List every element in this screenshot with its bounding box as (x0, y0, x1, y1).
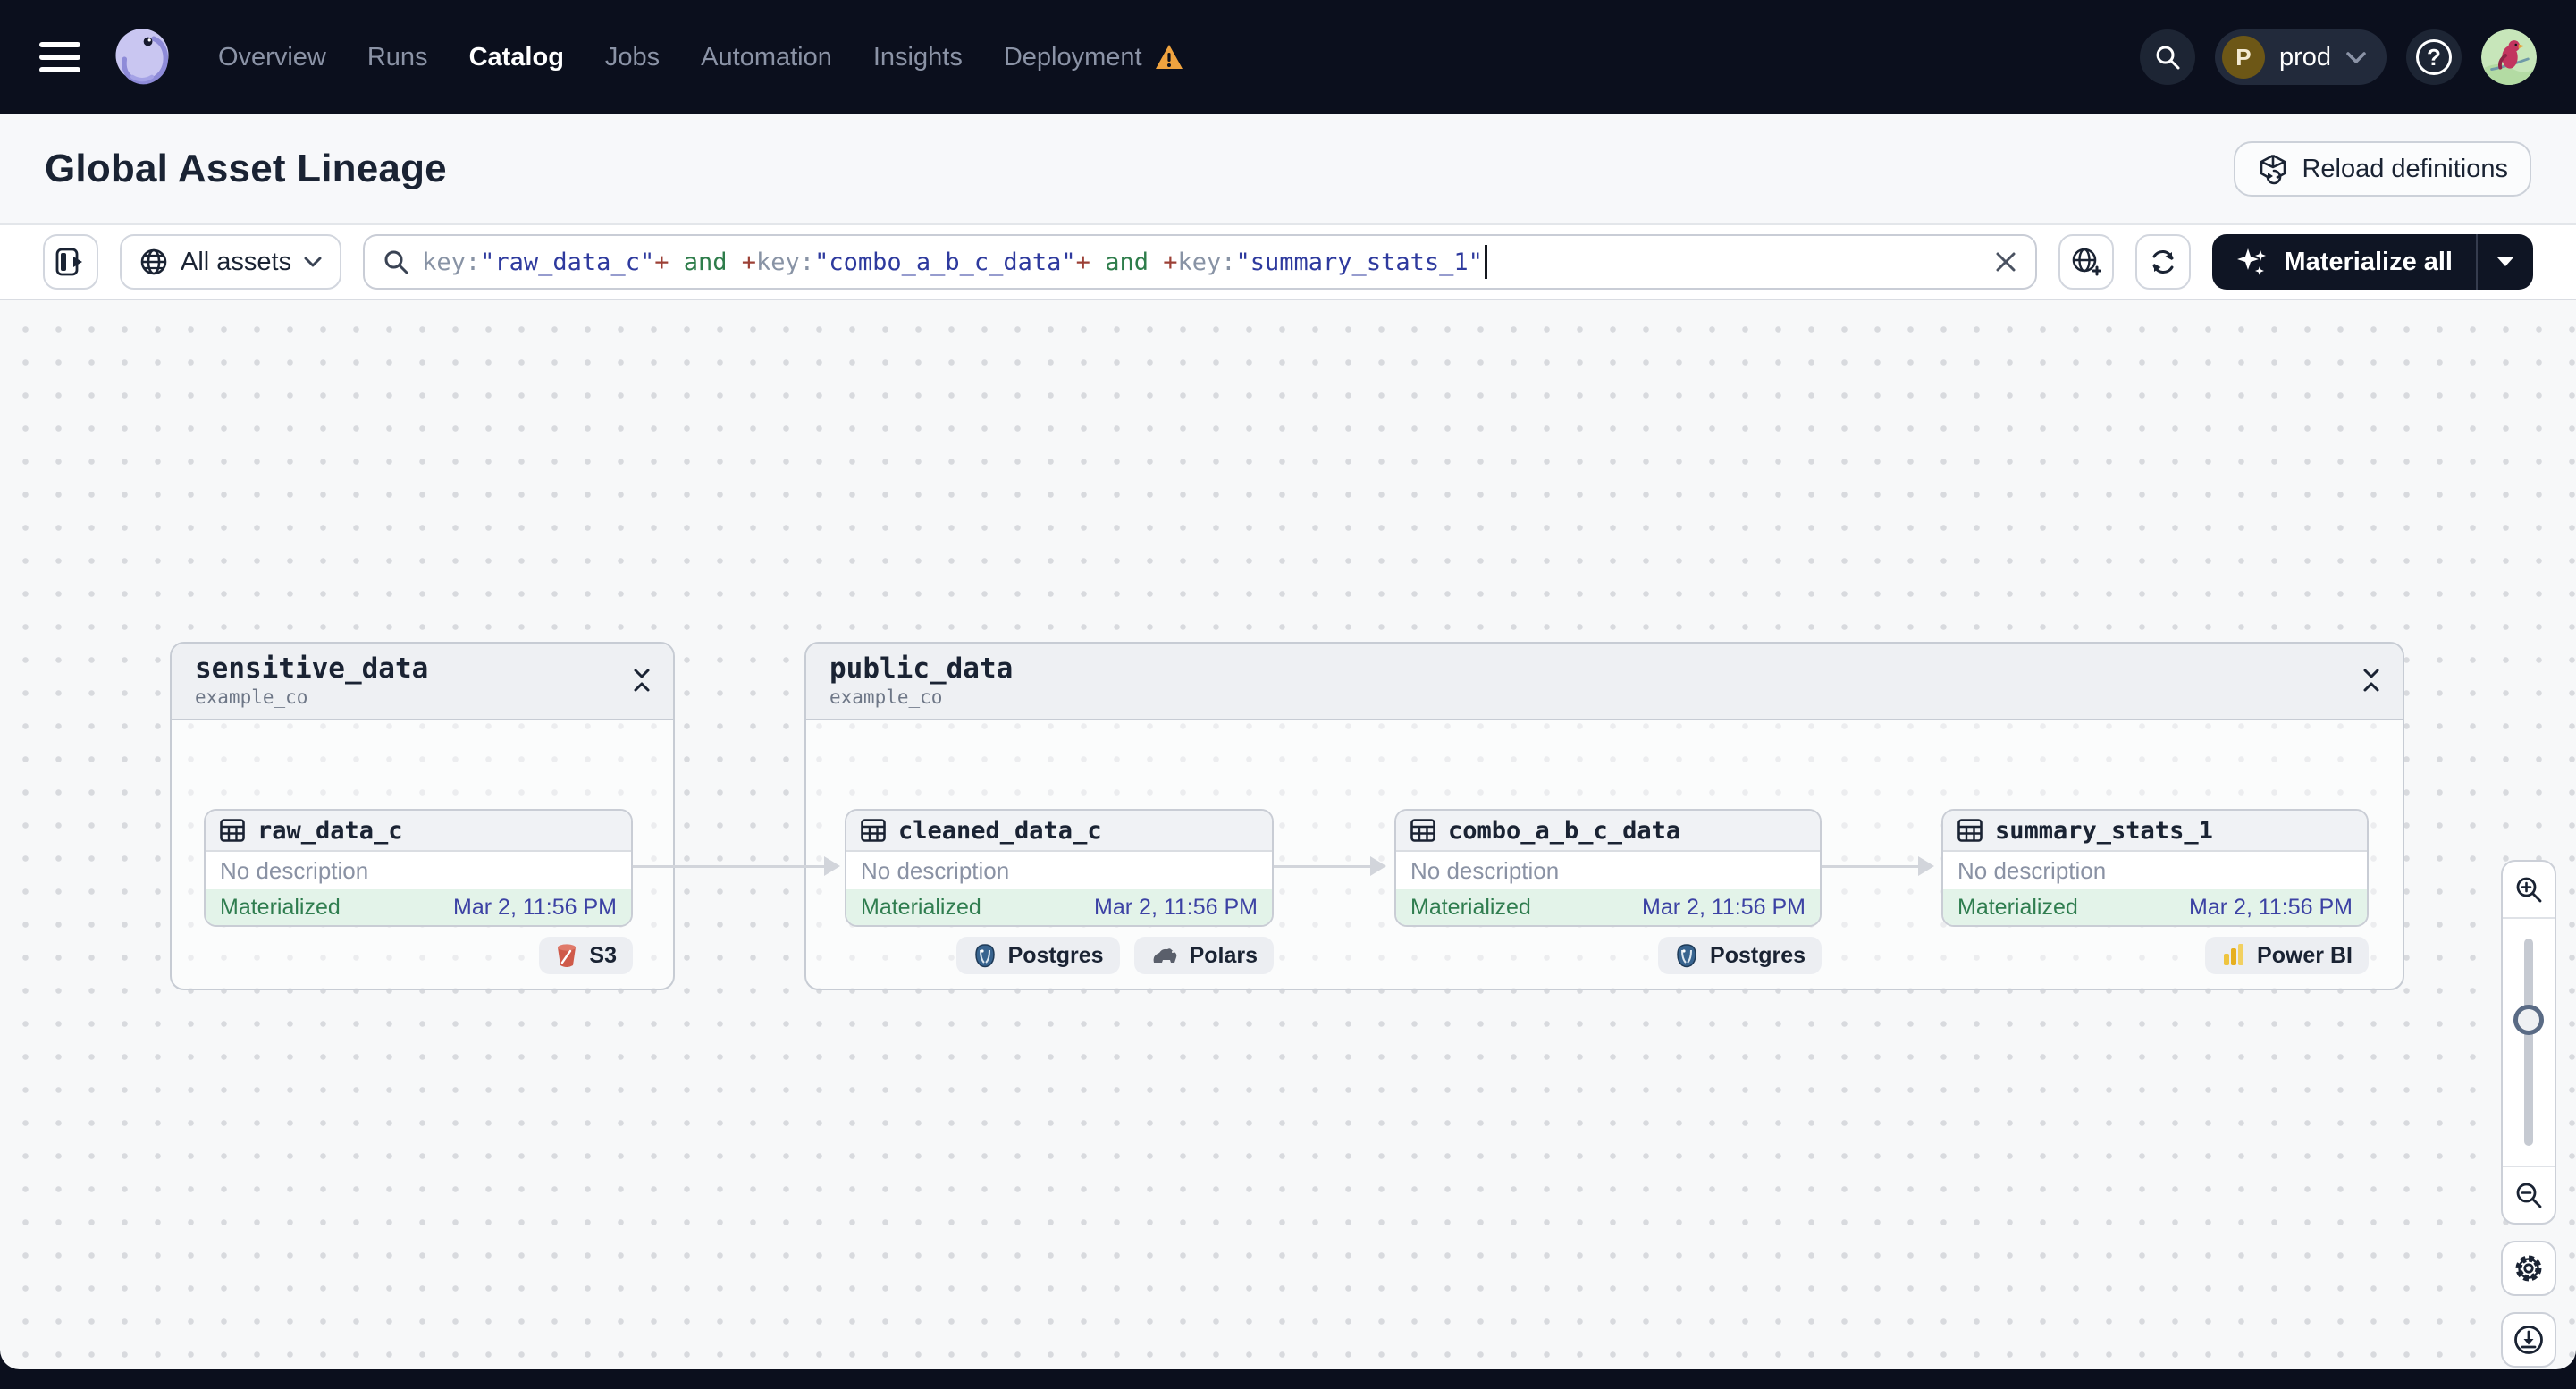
group-header[interactable]: public_data example_co (806, 644, 2403, 720)
environment-switcher[interactable]: P prod (2214, 29, 2387, 85)
clear-search-icon[interactable] (1994, 250, 2017, 274)
primary-nav: Overview Runs Catalog Jobs Automation In… (218, 43, 1183, 72)
user-avatar[interactable] (2481, 29, 2537, 85)
search-icon[interactable] (2139, 29, 2195, 85)
group-location: example_co (195, 686, 308, 708)
status-badge: Materialized (1410, 894, 1531, 920)
materialize-options-button[interactable] (2476, 234, 2533, 290)
nav-overview[interactable]: Overview (218, 43, 326, 72)
sparkles-icon (2235, 245, 2269, 279)
kind-tag-s3[interactable]: S3 (539, 937, 633, 974)
view-graph-as-groups-button[interactable] (2058, 234, 2115, 290)
panel-expand-icon (55, 248, 86, 276)
collapse-group-icon[interactable] (630, 665, 653, 695)
navbar-right: P prod ? (2139, 29, 2537, 85)
tag-row: Power BI (1941, 937, 2369, 974)
menu-icon[interactable] (39, 42, 80, 72)
table-icon (1957, 819, 1983, 842)
kind-tag-polars[interactable]: Polars (1133, 937, 1274, 974)
download-icon (2513, 1324, 2545, 1356)
group-title: sensitive_data (195, 652, 429, 685)
powerbi-icon (2221, 943, 2246, 968)
status-badge: Materialized (861, 894, 981, 920)
table-icon (861, 819, 886, 842)
materialize-all-button[interactable]: Materialize all (2212, 234, 2476, 290)
group-header[interactable]: sensitive_data example_co (172, 644, 673, 720)
zoom-slider-handle[interactable] (2513, 1005, 2544, 1035)
warning-icon (1155, 44, 1183, 71)
kind-tag-postgres[interactable]: Postgres (1658, 937, 1822, 974)
kind-tag-postgres[interactable]: Postgres (955, 937, 1120, 974)
s3-bucket-icon (555, 943, 578, 968)
download-image-button[interactable] (2501, 1312, 2556, 1368)
zoom-out-button[interactable] (2503, 1166, 2555, 1223)
graph-settings-button[interactable] (2501, 1241, 2556, 1296)
zoom-in-button[interactable] (2503, 862, 2555, 919)
search-query-text: key: "raw_data_c" + and + key: "combo_a_b_c_… (422, 245, 1487, 279)
asset-scope-dropdown[interactable]: All assets (120, 234, 342, 290)
dagster-logo[interactable] (111, 26, 173, 88)
materialization-timestamp[interactable]: Mar 2, 11:56 PM (2189, 895, 2353, 921)
asset-node-raw-data-c[interactable]: raw_data_c No description Materialized M… (204, 809, 633, 927)
reload-cube-icon (2257, 153, 2289, 185)
zoom-slider-track[interactable] (2524, 939, 2533, 1146)
environment-avatar: P (2221, 36, 2265, 79)
collapse-group-icon[interactable] (2360, 665, 2383, 695)
globe-icon (139, 248, 168, 276)
materialization-timestamp[interactable]: Mar 2, 11:56 PM (453, 895, 617, 921)
edge-cleaned-to-combo (1274, 856, 1386, 876)
chevron-down-icon (304, 257, 322, 268)
page-title: Global Asset Lineage (45, 147, 447, 190)
asset-node-cleaned-data-c[interactable]: cleaned_data_c No description Materializ… (845, 809, 1274, 927)
table-icon (220, 819, 245, 842)
top-navbar: Overview Runs Catalog Jobs Automation In… (0, 0, 2576, 114)
reload-definitions-button[interactable]: Reload definitions (2234, 141, 2531, 197)
tag-row: Postgres (1394, 937, 1822, 974)
status-badge: Materialized (220, 894, 341, 920)
nav-automation[interactable]: Automation (701, 43, 832, 72)
tag-row: S3 (204, 937, 633, 974)
lineage-toolbar: All assets key: "raw_data_c" + and + key: "c… (0, 225, 2576, 300)
zoom-controls (2501, 860, 2556, 1225)
status-badge: Materialized (1957, 894, 2078, 920)
postgres-icon (972, 943, 998, 968)
nav-runs[interactable]: Runs (367, 43, 428, 72)
group-title: public_data (829, 652, 1014, 685)
asset-node-summary-stats-1[interactable]: summary_stats_1 No description Materiali… (1941, 809, 2369, 927)
kind-tag-powerbi[interactable]: Power BI (2205, 937, 2369, 974)
asset-node-combo-a-b-c-data[interactable]: combo_a_b_c_data No description Material… (1394, 809, 1822, 927)
zoom-slider[interactable] (2503, 919, 2555, 1166)
open-sidebar-button[interactable] (43, 234, 98, 290)
materialize-all-split-button: Materialize all (2212, 234, 2533, 290)
materialization-timestamp[interactable]: Mar 2, 11:56 PM (1094, 895, 1258, 921)
polars-icon (1150, 945, 1179, 966)
caret-down-icon (2496, 256, 2515, 268)
gear-icon (2513, 1252, 2545, 1284)
refresh-button[interactable] (2135, 234, 2192, 290)
text-cursor (1484, 245, 1487, 279)
tag-row: Postgres Polars (845, 937, 1274, 974)
chevron-down-icon (2345, 51, 2367, 64)
group-location: example_co (829, 686, 943, 708)
edge-raw-to-cleaned (633, 856, 840, 876)
globe-plus-icon (2071, 247, 2102, 277)
help-icon[interactable]: ? (2406, 29, 2462, 85)
search-icon (383, 248, 409, 275)
nav-jobs[interactable]: Jobs (605, 43, 660, 72)
postgres-icon (1674, 943, 1699, 968)
page-header: Global Asset Lineage Reload definitions (0, 114, 2576, 225)
nav-catalog[interactable]: Catalog (469, 43, 564, 72)
refresh-icon (2148, 247, 2178, 277)
materialization-timestamp[interactable]: Mar 2, 11:56 PM (1642, 895, 1806, 921)
table-icon (1410, 819, 1435, 842)
lineage-graph-canvas[interactable]: sensitive_data example_co public_data ex… (0, 300, 2576, 1369)
nav-insights[interactable]: Insights (873, 43, 963, 72)
asset-search-input[interactable]: key: "raw_data_c" + and + key: "combo_a_b_c_… (363, 234, 2038, 290)
nav-deployment[interactable]: Deployment (1004, 43, 1183, 72)
edge-combo-to-summary (1822, 856, 1934, 876)
